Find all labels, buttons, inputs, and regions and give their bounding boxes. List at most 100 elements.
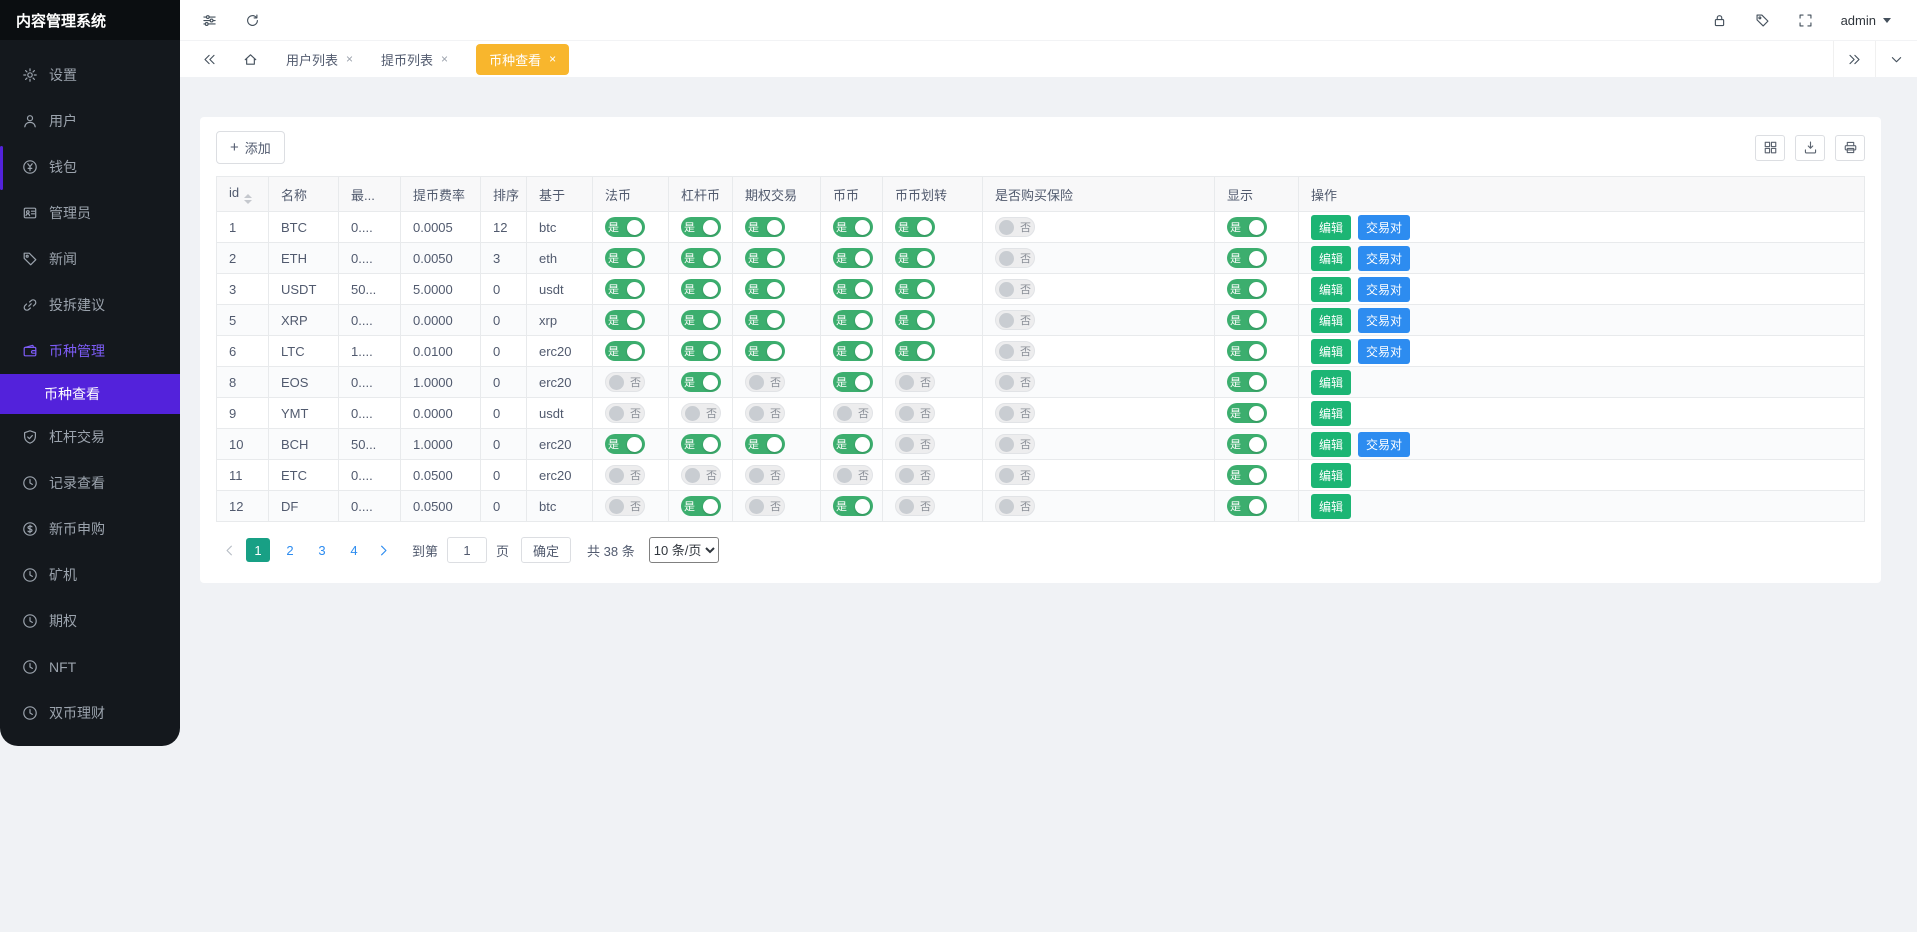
insurance-toggle[interactable]: 否 <box>995 496 1035 516</box>
edit-button[interactable]: 编辑 <box>1311 246 1351 271</box>
leverage-toggle[interactable]: 是 <box>681 248 721 268</box>
leverage-toggle[interactable]: 否 <box>681 465 721 485</box>
refresh-icon[interactable] <box>245 13 260 28</box>
sidebar-item-leverage[interactable]: 杠杆交易 <box>0 414 180 460</box>
leverage-toggle[interactable]: 否 <box>681 403 721 423</box>
leverage-toggle[interactable]: 是 <box>681 217 721 237</box>
options-toggle[interactable]: 是 <box>745 310 785 330</box>
transfer-toggle[interactable]: 是 <box>895 217 935 237</box>
leverage-toggle[interactable]: 是 <box>681 372 721 392</box>
transfer-toggle[interactable]: 是 <box>895 310 935 330</box>
transfer-toggle[interactable]: 否 <box>895 465 935 485</box>
insurance-toggle[interactable]: 否 <box>995 310 1035 330</box>
coincoin-toggle[interactable]: 否 <box>833 403 873 423</box>
edit-button[interactable]: 编辑 <box>1311 494 1351 519</box>
transfer-toggle[interactable]: 否 <box>895 403 935 423</box>
coincoin-toggle[interactable]: 是 <box>833 248 873 268</box>
show-toggle[interactable]: 是 <box>1227 310 1267 330</box>
insurance-toggle[interactable]: 否 <box>995 279 1035 299</box>
tab-close-icon[interactable]: × <box>549 52 556 66</box>
coincoin-toggle[interactable]: 否 <box>833 465 873 485</box>
insurance-toggle[interactable]: 否 <box>995 248 1035 268</box>
fullscreen-icon[interactable] <box>1798 13 1813 28</box>
sidebar-item-users[interactable]: 用户 <box>0 98 180 144</box>
coincoin-toggle[interactable]: 是 <box>833 279 873 299</box>
insurance-toggle[interactable]: 否 <box>995 217 1035 237</box>
edit-button[interactable]: 编辑 <box>1311 401 1351 426</box>
fiat-toggle[interactable]: 否 <box>605 465 645 485</box>
edit-button[interactable]: 编辑 <box>1311 432 1351 457</box>
coincoin-toggle[interactable]: 是 <box>833 310 873 330</box>
edit-button[interactable]: 编辑 <box>1311 463 1351 488</box>
fiat-toggle[interactable]: 否 <box>605 496 645 516</box>
user-menu[interactable]: admin <box>1841 13 1891 28</box>
prev-page-icon[interactable] <box>216 537 242 563</box>
tab-币种查看[interactable]: 币种查看× <box>476 44 569 75</box>
sidebar-item-dual[interactable]: 双币理财 <box>0 690 180 736</box>
leverage-toggle[interactable]: 是 <box>681 496 721 516</box>
fiat-toggle[interactable]: 是 <box>605 434 645 454</box>
tab-用户列表[interactable]: 用户列表× <box>286 50 353 69</box>
home-tab-icon[interactable] <box>243 52 258 67</box>
sidebar-item-new-coin[interactable]: 新币申购 <box>0 506 180 552</box>
tabs-forward-icon[interactable] <box>1833 41 1875 77</box>
add-button[interactable]: + 添加 <box>216 131 285 164</box>
transfer-toggle[interactable]: 否 <box>895 496 935 516</box>
transfer-toggle[interactable]: 否 <box>895 372 935 392</box>
tab-close-icon[interactable]: × <box>441 52 448 66</box>
fiat-toggle[interactable]: 是 <box>605 310 645 330</box>
show-toggle[interactable]: 是 <box>1227 217 1267 237</box>
collapse-sidebar-icon[interactable] <box>202 52 217 67</box>
options-toggle[interactable]: 否 <box>745 496 785 516</box>
fiat-toggle[interactable]: 是 <box>605 279 645 299</box>
pair-button[interactable]: 交易对 <box>1358 339 1410 364</box>
print-icon[interactable] <box>1835 135 1865 161</box>
leverage-toggle[interactable]: 是 <box>681 434 721 454</box>
fiat-toggle[interactable]: 否 <box>605 403 645 423</box>
insurance-toggle[interactable]: 否 <box>995 434 1035 454</box>
fiat-toggle[interactable]: 否 <box>605 372 645 392</box>
fiat-toggle[interactable]: 是 <box>605 248 645 268</box>
sort-icon[interactable] <box>244 194 252 204</box>
tab-close-icon[interactable]: × <box>346 52 353 66</box>
column-header-id[interactable]: id <box>217 177 269 212</box>
pair-button[interactable]: 交易对 <box>1358 308 1410 333</box>
tabs-menu-icon[interactable] <box>1875 41 1917 77</box>
page-number-2[interactable]: 2 <box>278 538 302 562</box>
transfer-toggle[interactable]: 是 <box>895 341 935 361</box>
coincoin-toggle[interactable]: 是 <box>833 372 873 392</box>
show-toggle[interactable]: 是 <box>1227 496 1267 516</box>
export-icon[interactable] <box>1795 135 1825 161</box>
options-toggle[interactable]: 否 <box>745 465 785 485</box>
leverage-toggle[interactable]: 是 <box>681 310 721 330</box>
leverage-toggle[interactable]: 是 <box>681 341 721 361</box>
sidebar-item-records[interactable]: 记录查看 <box>0 460 180 506</box>
leverage-toggle[interactable]: 是 <box>681 279 721 299</box>
transfer-toggle[interactable]: 是 <box>895 279 935 299</box>
sidebar-item-currency[interactable]: 币种管理 <box>0 328 180 374</box>
coincoin-toggle[interactable]: 是 <box>833 341 873 361</box>
coincoin-toggle[interactable]: 是 <box>833 496 873 516</box>
coincoin-toggle[interactable]: 是 <box>833 434 873 454</box>
page-size-select[interactable]: 10 条/页 <box>649 537 719 563</box>
fiat-toggle[interactable]: 是 <box>605 341 645 361</box>
options-toggle[interactable]: 是 <box>745 341 785 361</box>
edit-button[interactable]: 编辑 <box>1311 215 1351 240</box>
transfer-toggle[interactable]: 是 <box>895 248 935 268</box>
next-page-icon[interactable] <box>370 537 396 563</box>
sidebar-item-miner[interactable]: 矿机 <box>0 552 180 598</box>
show-toggle[interactable]: 是 <box>1227 465 1267 485</box>
options-toggle[interactable]: 是 <box>745 217 785 237</box>
sidebar-item-nft[interactable]: NFT <box>0 644 180 690</box>
pair-button[interactable]: 交易对 <box>1358 246 1410 271</box>
edit-button[interactable]: 编辑 <box>1311 339 1351 364</box>
options-toggle[interactable]: 否 <box>745 403 785 423</box>
sidebar-item-settings[interactable]: 设置 <box>0 52 180 98</box>
edit-button[interactable]: 编辑 <box>1311 370 1351 395</box>
pair-button[interactable]: 交易对 <box>1358 277 1410 302</box>
show-toggle[interactable]: 是 <box>1227 279 1267 299</box>
pair-button[interactable]: 交易对 <box>1358 215 1410 240</box>
tab-提币列表[interactable]: 提币列表× <box>381 50 448 69</box>
insurance-toggle[interactable]: 否 <box>995 341 1035 361</box>
column-settings-icon[interactable] <box>1755 135 1785 161</box>
